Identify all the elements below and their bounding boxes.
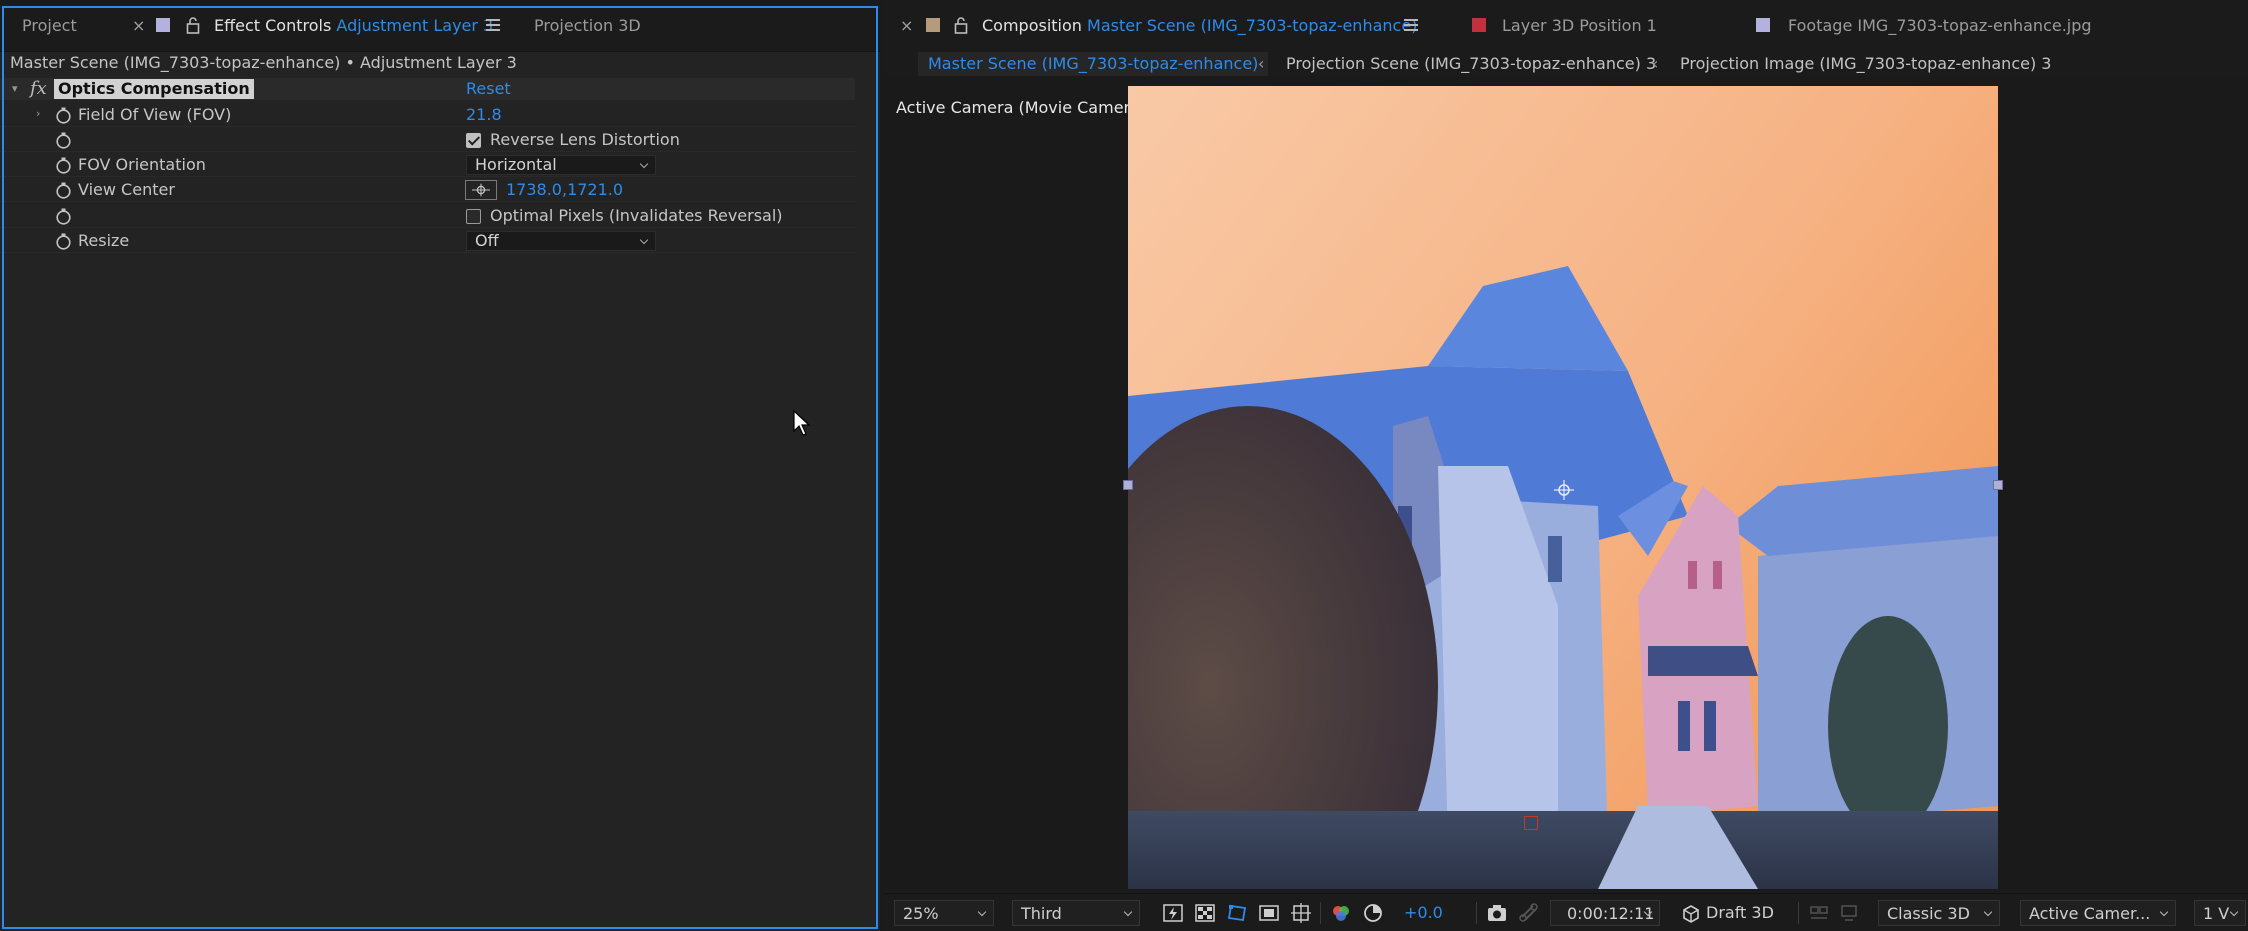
property-label: Field Of View (FOV) (78, 105, 232, 124)
panel-menu-icon[interactable] (486, 19, 500, 31)
viewer-toolbar: 25% Third +0.0 0:00:12:11 Draft 3D Class… (884, 893, 2248, 931)
stopwatch-icon[interactable] (55, 107, 72, 124)
layer-handle-left[interactable] (1123, 480, 1133, 490)
stopwatch-icon[interactable] (55, 208, 72, 225)
show-snapshot-icon[interactable] (1518, 902, 1540, 924)
fov-orientation-dropdown[interactable]: Horizontal (466, 155, 656, 175)
region-of-interest-icon[interactable] (1258, 902, 1280, 924)
property-row-fov: › Field Of View (FOV) 21.8 (0, 103, 855, 127)
transparency-grid-icon[interactable] (1194, 902, 1216, 924)
draft-3d-icon[interactable] (1680, 902, 1702, 924)
property-row-view-center: View Center 1738.0,1721.0 (0, 178, 855, 202)
tab-effect-controls[interactable]: Effect Controls Adjustment Layer 3 (214, 0, 493, 52)
tab-project[interactable]: Project (22, 0, 77, 52)
anchor-point-marker[interactable] (1524, 816, 1538, 830)
stopwatch-icon[interactable] (55, 157, 72, 174)
property-row-fov-orientation: FOV Orientation Horizontal (0, 153, 855, 177)
composition-canvas[interactable] (1128, 86, 1998, 889)
timecode-display[interactable]: 0:00:12:11 (1550, 900, 1660, 926)
chevron-left-icon: ‹ (1652, 54, 1659, 73)
fov-value[interactable]: 21.8 (466, 103, 502, 127)
optimal-pixels-checkbox[interactable] (466, 209, 481, 224)
effect-header-row[interactable]: ▾ fx Optics Compensation Reset (0, 78, 855, 100)
view-center-crosshair-icon[interactable] (1553, 479, 1575, 501)
viewer-camera-label: Active Camera (Movie Camera) (896, 98, 1147, 117)
exposure-value[interactable]: +0.0 (1404, 900, 1443, 926)
close-icon[interactable]: × (900, 0, 913, 52)
channel-rgb-icon[interactable] (1330, 902, 1352, 924)
toolbar-divider (1798, 902, 1799, 924)
mask-path-visibility-icon[interactable] (1226, 902, 1248, 924)
right-tab-bar: × Composition Master Scene (IMG_7303-top… (884, 0, 2248, 52)
chevron-left-icon: ‹ (1258, 54, 1265, 73)
composition-panel: × Composition Master Scene (IMG_7303-top… (884, 0, 2248, 931)
checkbox-label: Optimal Pixels (Invalidates Reversal) (490, 206, 783, 225)
draft-3d-label[interactable]: Draft 3D (1706, 900, 1774, 926)
zoom-dropdown[interactable]: 25% (894, 900, 994, 926)
composition-viewer[interactable]: Active Camera (Movie Camera) (884, 76, 2248, 891)
label-color-swatch (1472, 18, 1486, 32)
toolbar-divider (1320, 902, 1321, 924)
extended-viewer-icon[interactable] (1808, 902, 1830, 924)
composition-flowchart-bar: Master Scene (IMG_7303-topaz-enhance) ‹ … (884, 52, 2248, 76)
chevron-down-icon[interactable]: ▾ (12, 82, 24, 96)
crosshair-icon[interactable] (465, 180, 497, 200)
tab-footage[interactable]: Footage IMG_7303-topaz-enhance.jpg (1788, 0, 2092, 52)
stopwatch-icon[interactable] (55, 182, 72, 199)
label-color-swatch (156, 18, 170, 32)
lock-icon[interactable] (954, 16, 968, 34)
fx-icon[interactable]: fx (30, 78, 47, 100)
property-label: View Center (78, 180, 175, 199)
property-label: FOV Orientation (78, 155, 206, 174)
3d-ground-plane-icon[interactable] (1838, 902, 1860, 924)
chevron-right-icon[interactable]: › (36, 107, 48, 121)
reverse-lens-checkbox[interactable] (466, 133, 481, 148)
property-label: Resize (78, 231, 130, 250)
property-row-reverse-lens: Reverse Lens Distortion (0, 128, 855, 152)
breadcrumb: Master Scene (IMG_7303-topaz-enhance) • … (10, 53, 517, 72)
panel-menu-icon[interactable] (1404, 19, 1418, 31)
fast-preview-icon[interactable] (1162, 902, 1184, 924)
flow-item-master-scene[interactable]: Master Scene (IMG_7303-topaz-enhance) (918, 52, 1269, 76)
checkbox-label: Reverse Lens Distortion (490, 130, 680, 149)
camera-snapshot-icon[interactable] (1486, 902, 1508, 924)
resize-dropdown[interactable]: Off (466, 231, 656, 251)
stopwatch-icon[interactable] (55, 132, 72, 149)
view-layout-dropdown[interactable]: 1 V (2194, 900, 2246, 926)
flow-item-projection-scene[interactable]: Projection Scene (IMG_7303-topaz-enhance… (1286, 52, 1656, 76)
effect-controls-panel: Project × Effect Controls Adjustment Lay… (0, 0, 880, 931)
toolbar-divider (1476, 902, 1477, 924)
view-center-value[interactable]: 1738.0,1721.0 (506, 178, 623, 202)
tab-composition[interactable]: Composition Master Scene (IMG_7303-topaz… (982, 0, 1417, 52)
effect-controls-label-swatch (156, 0, 170, 52)
property-row-resize: Resize Off (0, 229, 855, 253)
label-color-swatch (926, 18, 940, 32)
reset-exposure-icon[interactable] (1362, 902, 1384, 924)
renderer-dropdown[interactable]: Classic 3D (1878, 900, 2000, 926)
grid-guides-icon[interactable] (1290, 902, 1312, 924)
property-row-optimal-pixels: Optimal Pixels (Invalidates Reversal) (0, 204, 855, 228)
left-tab-bar: Project × Effect Controls Adjustment Lay… (0, 0, 880, 52)
label-color-swatch (1756, 18, 1770, 32)
camera-view-dropdown[interactable]: Active Camer... (2020, 900, 2176, 926)
effect-name[interactable]: Optics Compensation (54, 79, 254, 99)
resolution-dropdown[interactable]: Third (1012, 900, 1140, 926)
tab-projection-3d[interactable]: Projection 3D (534, 0, 641, 52)
stopwatch-icon[interactable] (55, 233, 72, 250)
tab-layer[interactable]: Layer 3D Position 1 (1502, 0, 1657, 52)
mouse-pointer-icon (793, 410, 811, 436)
lock-icon[interactable] (186, 16, 200, 34)
flow-item-projection-image[interactable]: Projection Image (IMG_7303-topaz-enhance… (1680, 52, 2051, 76)
layer-handle-right[interactable] (1993, 480, 2003, 490)
close-icon[interactable]: × (132, 0, 145, 52)
reset-link[interactable]: Reset (466, 78, 511, 100)
